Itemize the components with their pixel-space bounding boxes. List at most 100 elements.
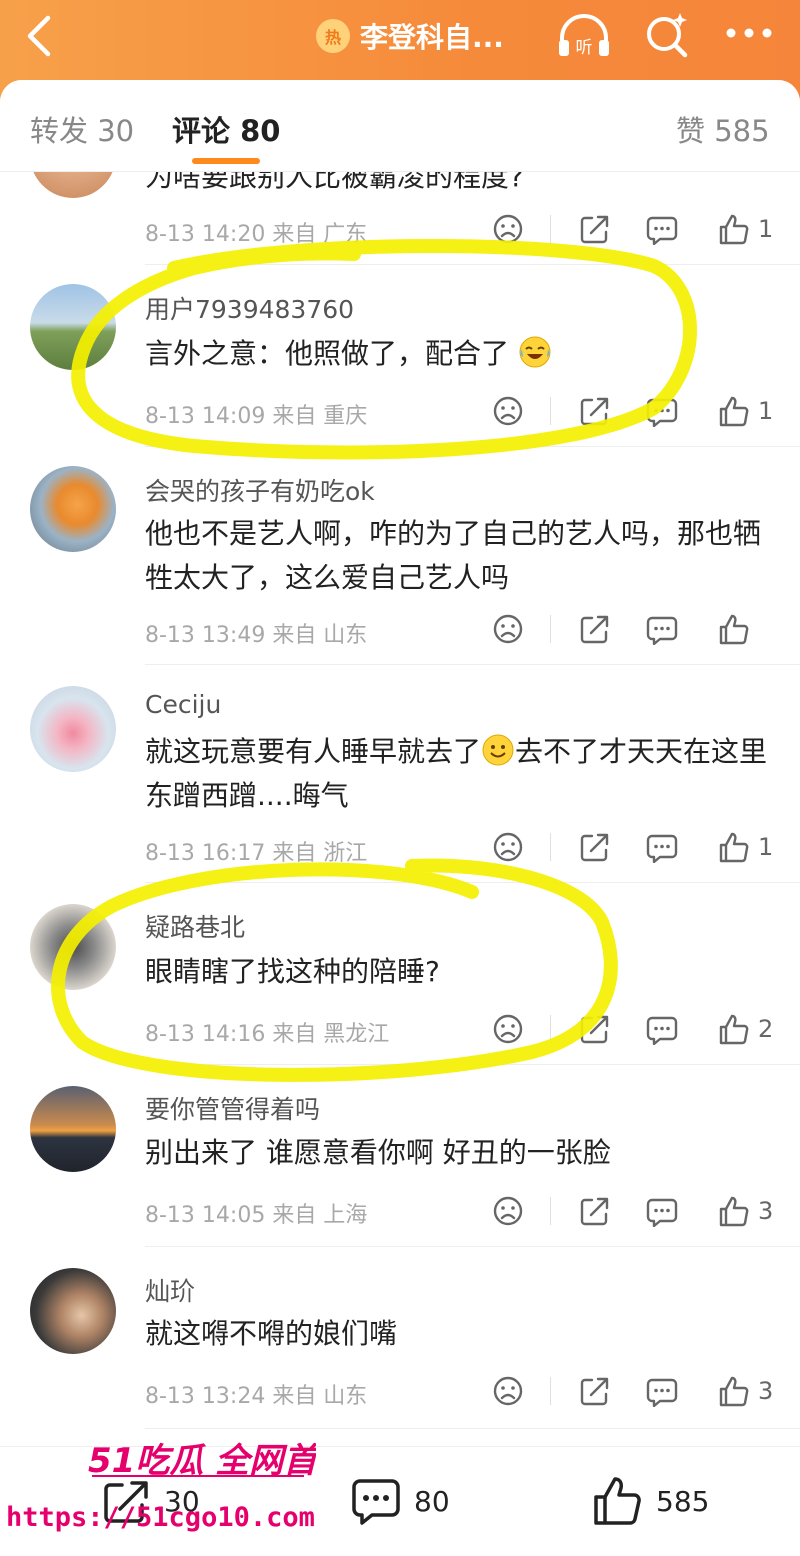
comment-text-part1: 就这玩意要有人睡早就去了	[145, 735, 482, 768]
comment-text: 别出来了 谁愿意看你啊 好丑的一张脸	[145, 1136, 611, 1169]
reply-button[interactable]	[646, 612, 678, 646]
like-button[interactable]: 1	[718, 830, 773, 864]
tab-bar: 转发 30 评论 80 赞 585	[0, 80, 800, 172]
share-button[interactable]	[578, 394, 610, 428]
action-separator	[550, 833, 551, 861]
comment-count: 80	[414, 1484, 450, 1518]
comment-divider	[145, 446, 800, 447]
avatar[interactable]	[30, 284, 116, 370]
dislike-button[interactable]	[492, 394, 524, 428]
like-icon	[719, 214, 749, 245]
dislike-button[interactable]	[492, 1012, 524, 1046]
comment-username[interactable]: 疑路巷北	[145, 908, 245, 944]
comment-text: 言外之意：他照做了，配合了	[145, 332, 775, 376]
avatar[interactable]	[30, 686, 116, 772]
search-icon[interactable]	[642, 10, 692, 60]
comment-meta: 8-13 14:16 来自 黑龙江	[145, 1022, 390, 1047]
comment-divider	[145, 1246, 800, 1247]
like-button[interactable]: 3	[718, 1374, 773, 1408]
like-button[interactable]: 3	[718, 1194, 773, 1228]
headphones-listen-icon[interactable]: 听	[556, 12, 612, 60]
reply-button[interactable]	[646, 1194, 678, 1228]
reply-icon	[646, 1198, 678, 1227]
comment-text: 他也不是艺人啊，咋的为了自己的艺人吗，那也牺牲太大了，这么爱自己艺人吗	[145, 517, 762, 594]
listen-label: 听	[576, 38, 593, 58]
tab-repost[interactable]: 转发 30	[30, 108, 134, 150]
comment-username[interactable]: 用户7939483760	[145, 290, 354, 326]
laughing-crying-emoji-icon	[519, 336, 551, 368]
watermark-url: https://51cgo10.com	[6, 1502, 315, 1533]
reply-button[interactable]	[646, 830, 678, 864]
share-button[interactable]	[578, 1012, 610, 1046]
share-icon	[580, 1197, 609, 1226]
tab-like[interactable]: 赞 585	[676, 108, 770, 150]
avatar[interactable]	[30, 466, 116, 552]
back-arrow-icon[interactable]	[20, 14, 60, 58]
reply-icon	[646, 834, 678, 863]
comment-divider	[145, 264, 800, 265]
reply-button[interactable]	[646, 1012, 678, 1046]
tab-comment[interactable]: 评论 80	[172, 108, 280, 150]
comment-like-count: 1	[758, 833, 774, 861]
hot-badge-icon: 热	[316, 19, 350, 53]
dislike-button[interactable]	[492, 612, 524, 646]
reply-button[interactable]	[646, 1374, 678, 1408]
reply-icon	[646, 1378, 678, 1407]
share-icon	[580, 615, 609, 644]
comment-meta: 8-13 16:17 来自 浙江	[145, 841, 368, 866]
dislike-icon	[493, 1196, 523, 1226]
tab-indicator	[192, 158, 260, 164]
share-button[interactable]	[578, 612, 610, 646]
comment-like-count: 3	[758, 1197, 774, 1225]
comment-username[interactable]: Ceciju	[145, 690, 221, 719]
like-button[interactable]: 1	[718, 212, 773, 246]
comment-divider	[145, 664, 800, 665]
page-title: 李登科自...	[360, 21, 504, 54]
comment-button[interactable]: 80	[350, 1475, 450, 1527]
avatar[interactable]	[30, 1268, 116, 1354]
action-separator	[550, 1197, 551, 1225]
like-button[interactable]: 1	[718, 394, 773, 428]
comment-meta: 8-13 13:49 来自 山东	[145, 623, 368, 648]
comment-username[interactable]: 会哭的孩子有奶吃ok	[145, 472, 375, 508]
more-options-icon[interactable]	[724, 26, 774, 40]
dislike-icon	[493, 214, 523, 244]
comment-username[interactable]: 灿玠	[145, 1272, 195, 1308]
dislike-button[interactable]	[492, 1194, 524, 1228]
share-button[interactable]	[578, 1194, 610, 1228]
comment-divider	[145, 1064, 800, 1065]
dislike-button[interactable]	[492, 1374, 524, 1408]
comment-text: 就这嘚不嘚的娘们嘴	[145, 1317, 398, 1350]
like-icon	[719, 1014, 749, 1045]
share-button[interactable]	[578, 1374, 610, 1408]
comment-text-content: 言外之意：他照做了，配合了	[145, 337, 510, 370]
header-title-group[interactable]: 热 李登科自...	[316, 14, 504, 58]
comment-like-count: 3	[758, 1377, 774, 1405]
dislike-icon	[493, 396, 523, 426]
thumbs-up-icon	[594, 1477, 641, 1525]
avatar[interactable]	[30, 1086, 116, 1172]
dislike-icon	[493, 1014, 523, 1044]
share-icon	[580, 1015, 609, 1044]
share-button[interactable]	[578, 830, 610, 864]
comment-bubble-icon	[352, 1479, 400, 1525]
like-button[interactable]: 585	[592, 1475, 709, 1527]
share-button[interactable]	[578, 212, 610, 246]
action-separator	[550, 215, 551, 243]
action-separator	[550, 397, 551, 425]
watermark-logo-text: 51吃瓜 全网首发	[88, 1441, 316, 1481]
reply-icon	[646, 216, 678, 245]
reply-button[interactable]	[646, 394, 678, 428]
comment-like-count: 2	[758, 1015, 774, 1043]
like-button[interactable]: 2	[718, 1012, 773, 1046]
reply-button[interactable]	[646, 212, 678, 246]
share-icon	[580, 397, 609, 426]
comment-username[interactable]: 要你管管得着吗	[145, 1090, 320, 1126]
like-icon	[719, 832, 749, 863]
like-button[interactable]	[718, 612, 758, 646]
avatar[interactable]	[30, 904, 116, 990]
dislike-button[interactable]	[492, 830, 524, 864]
reply-icon	[646, 616, 678, 645]
share-icon	[580, 833, 609, 862]
dislike-button[interactable]	[492, 212, 524, 246]
